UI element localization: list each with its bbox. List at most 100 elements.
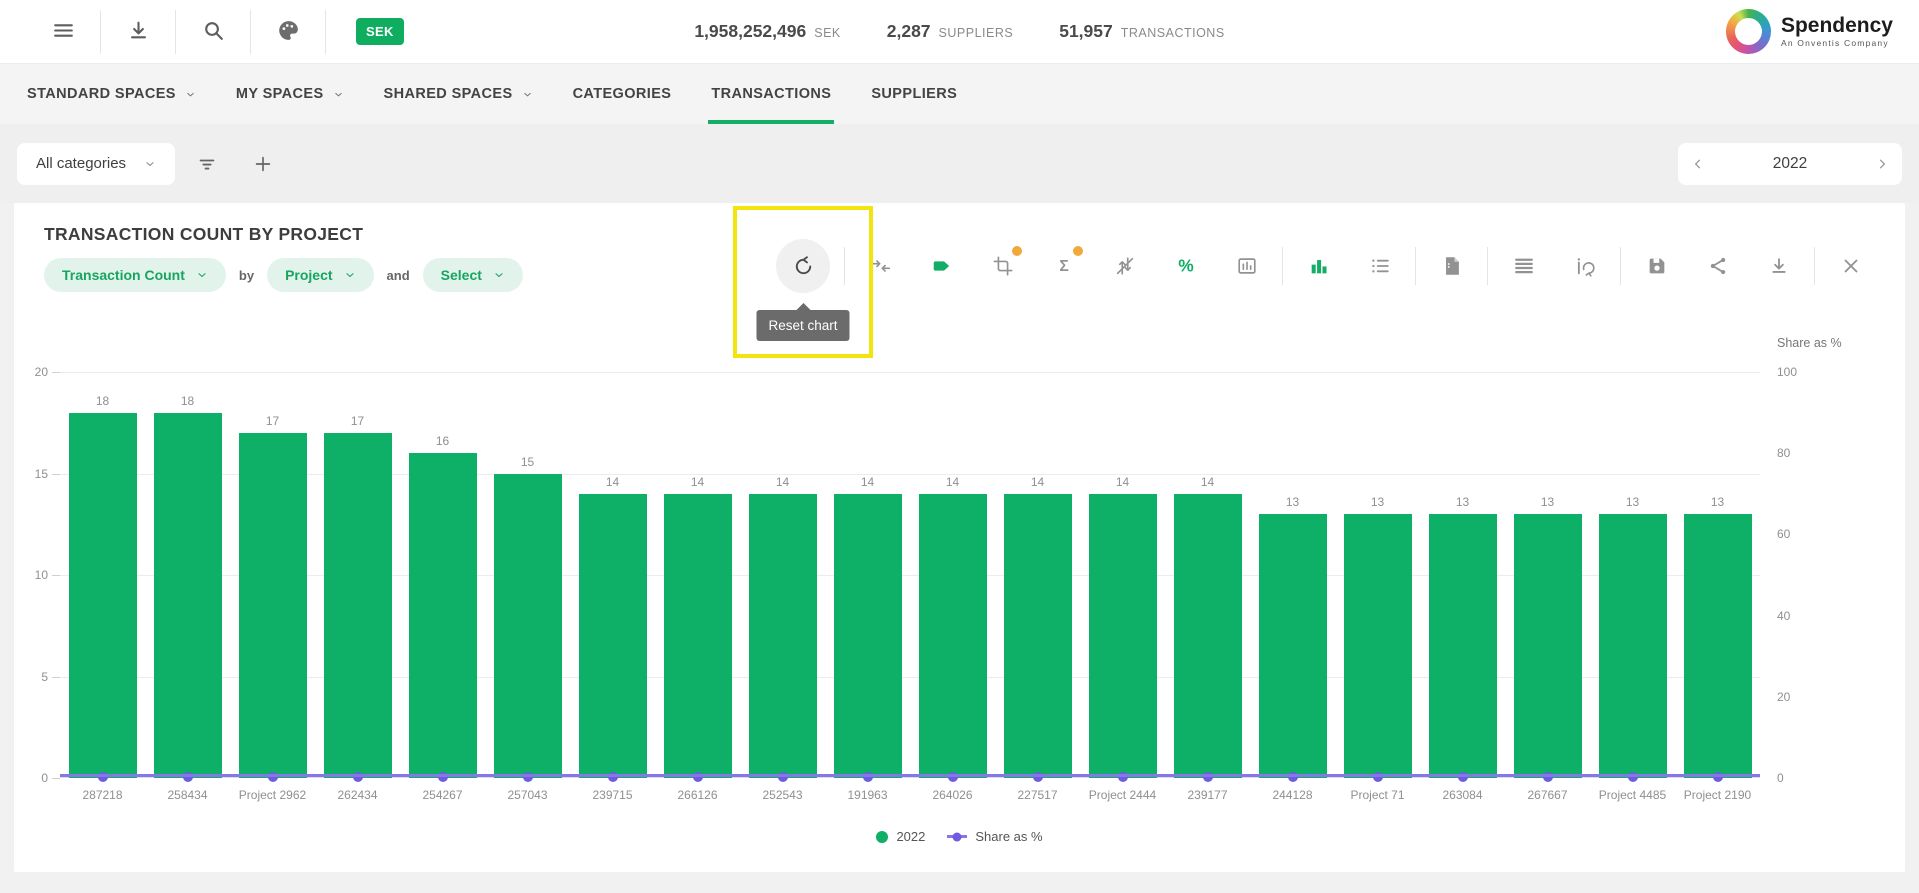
- logo-tagline: An Onventis Company: [1781, 38, 1893, 48]
- x-axis-label: Project 71: [1335, 788, 1420, 802]
- bar-value-label: 15: [521, 455, 534, 469]
- filter-bar: All categories 2022: [0, 124, 1919, 203]
- chart-bar[interactable]: 18: [69, 413, 137, 778]
- chart-bar[interactable]: 13: [1684, 514, 1752, 778]
- tab-standard-spaces[interactable]: STANDARD SPACES: [27, 64, 196, 124]
- x-axis-label: Project 2190: [1675, 788, 1760, 802]
- tag-button[interactable]: [911, 246, 972, 286]
- plus-icon: [252, 153, 274, 175]
- legend-item[interactable]: Share as %: [947, 829, 1042, 844]
- menu-button[interactable]: [26, 9, 100, 55]
- bar-value-label: 14: [946, 475, 959, 489]
- measure-dropdown[interactable]: Transaction Count: [44, 258, 226, 292]
- year-label: 2022: [1773, 155, 1807, 173]
- tab-shared-spaces[interactable]: SHARED SPACES: [384, 64, 533, 124]
- pivot-icon: [1574, 255, 1596, 277]
- dimension-dropdown[interactable]: Project: [267, 258, 373, 292]
- tab-transactions[interactable]: TRANSACTIONS: [711, 64, 831, 124]
- reset-chart-icon: [776, 239, 830, 293]
- currency-badge[interactable]: SEK: [356, 18, 404, 45]
- chart-bar[interactable]: 16: [409, 453, 477, 778]
- trim-off-button[interactable]: [1094, 246, 1155, 286]
- chart-bar[interactable]: 13: [1344, 514, 1412, 778]
- chart-box-icon: [1236, 255, 1258, 277]
- file-button[interactable]: [1421, 246, 1482, 286]
- bar-chart-button[interactable]: [1288, 246, 1349, 286]
- chart: Share as % 05101520 18181717161514141414…: [14, 372, 1905, 778]
- bar-value-label: 13: [1371, 495, 1384, 509]
- legend-item[interactable]: 2022: [876, 829, 925, 844]
- secondary-dimension-dropdown[interactable]: Select: [423, 258, 523, 292]
- crop-button[interactable]: [972, 246, 1033, 286]
- save-button[interactable]: [1626, 246, 1687, 286]
- next-year-button[interactable]: [1875, 157, 1889, 171]
- right-axis-tick-label: 100: [1777, 365, 1797, 379]
- tab-categories[interactable]: CATEGORIES: [573, 64, 672, 124]
- x-axis-label: 239715: [570, 788, 655, 802]
- filter-button[interactable]: [183, 141, 231, 187]
- theme-button[interactable]: [251, 9, 325, 55]
- x-axis-label: 287218: [60, 788, 145, 802]
- bar-value-label: 14: [691, 475, 704, 489]
- chart-bar[interactable]: 14: [1174, 494, 1242, 778]
- bar-slot: 14: [740, 372, 825, 778]
- sigma-button[interactable]: Σ: [1033, 246, 1094, 286]
- search-button[interactable]: [176, 9, 250, 55]
- tab-label: STANDARD SPACES: [27, 86, 176, 102]
- chart-bar[interactable]: 17: [239, 433, 307, 778]
- chart-box-button[interactable]: [1216, 246, 1277, 286]
- previous-year-button[interactable]: [1691, 157, 1705, 171]
- axis-tick: [52, 372, 60, 373]
- chart-bar[interactable]: 13: [1429, 514, 1497, 778]
- bar-slot: 18: [145, 372, 230, 778]
- chart-bar[interactable]: 14: [1004, 494, 1072, 778]
- percent-button[interactable]: %: [1155, 246, 1216, 286]
- notification-dot: [1012, 246, 1022, 256]
- chevron-down-icon: [522, 89, 533, 100]
- left-axis-tick-label: 10: [35, 568, 48, 582]
- add-filter-button[interactable]: [239, 141, 287, 187]
- stat-label: TRANSACTIONS: [1121, 26, 1225, 40]
- chart-bar[interactable]: 18: [154, 413, 222, 778]
- reset-chart-button[interactable]: Reset chart: [767, 246, 839, 286]
- bar-value-label: 18: [181, 394, 194, 408]
- chart-bar[interactable]: 13: [1514, 514, 1582, 778]
- category-dropdown[interactable]: All categories: [17, 143, 175, 185]
- logo-ring-icon: [1726, 9, 1771, 54]
- chart-bar[interactable]: 14: [1089, 494, 1157, 778]
- chart-bar[interactable]: 14: [749, 494, 817, 778]
- bar-value-label: 13: [1456, 495, 1469, 509]
- chart-bar[interactable]: 15: [494, 474, 562, 779]
- tab-my-spaces[interactable]: MY SPACES: [236, 64, 344, 124]
- merge-arrows-button[interactable]: [850, 246, 911, 286]
- share-button[interactable]: [1687, 246, 1748, 286]
- separator: [325, 10, 326, 54]
- x-axis-label: 266126: [655, 788, 740, 802]
- list-button[interactable]: [1349, 246, 1410, 286]
- sigma-icon: Σ: [1053, 255, 1075, 277]
- chart-bar[interactable]: 13: [1599, 514, 1667, 778]
- chart-bar[interactable]: 13: [1259, 514, 1327, 778]
- pivot-button[interactable]: [1554, 246, 1615, 286]
- close-button[interactable]: [1820, 246, 1881, 286]
- bar-value-label: 13: [1541, 495, 1554, 509]
- x-axis-label: 267667: [1505, 788, 1590, 802]
- chart-bar[interactable]: 14: [919, 494, 987, 778]
- topbar-actions: SEK: [26, 9, 404, 55]
- legend-circle-icon: [876, 831, 888, 843]
- chart-bar[interactable]: 14: [579, 494, 647, 778]
- tab-suppliers[interactable]: SUPPLIERS: [871, 64, 957, 124]
- x-axis-label: Project 2962: [230, 788, 315, 802]
- download-button[interactable]: [1748, 246, 1809, 286]
- rows-icon: [1513, 255, 1535, 277]
- right-axis: 020406080100: [1760, 372, 1905, 778]
- left-axis-tick-label: 0: [41, 771, 48, 785]
- chart-bar[interactable]: 14: [664, 494, 732, 778]
- percent-icon: %: [1175, 255, 1197, 277]
- chevron-down-icon: [144, 158, 156, 170]
- rows-button[interactable]: [1493, 246, 1554, 286]
- download-button[interactable]: [101, 9, 175, 55]
- chart-bar[interactable]: 17: [324, 433, 392, 778]
- chart-bar[interactable]: 14: [834, 494, 902, 778]
- axis-tick: [52, 575, 60, 576]
